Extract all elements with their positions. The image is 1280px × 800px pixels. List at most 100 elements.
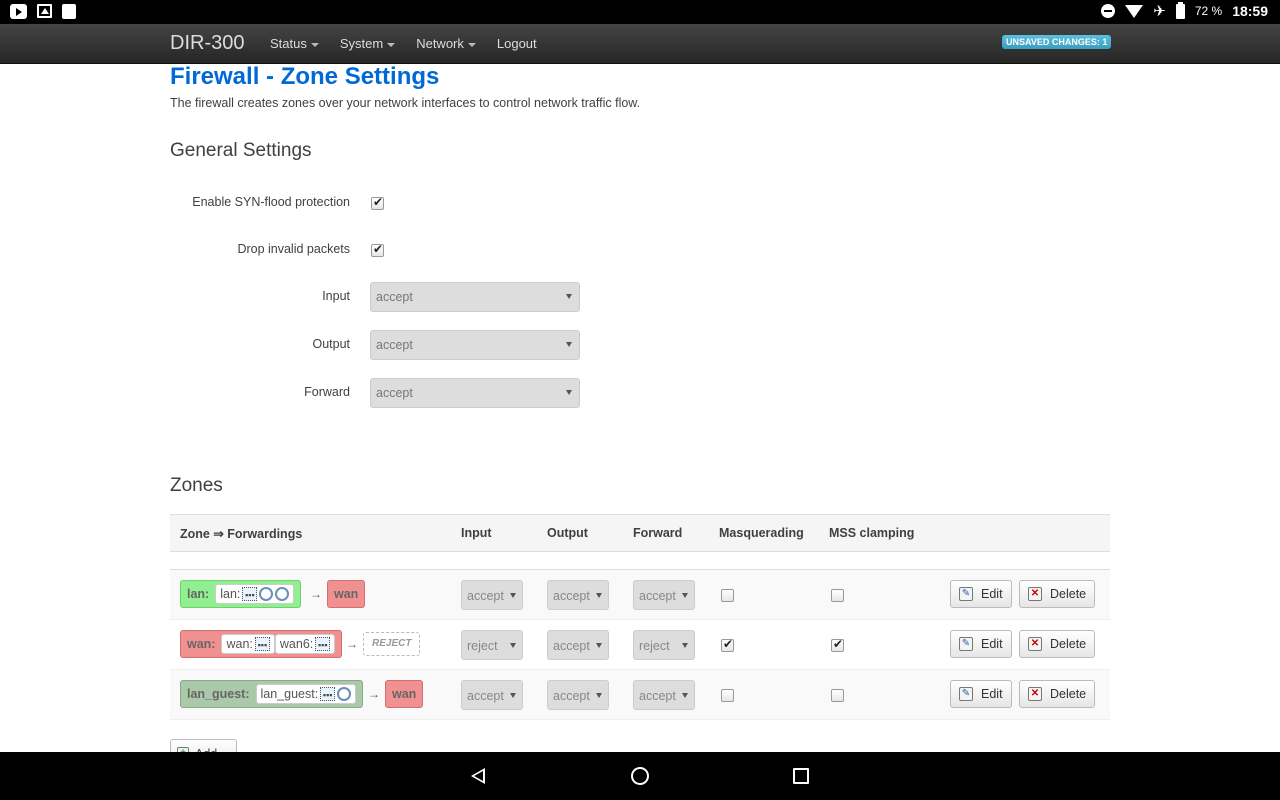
edit-button[interactable]: ✎ Edit [950,630,1012,658]
page-description: The firewall creates zones over your net… [170,96,641,110]
airplane-icon: ✈ [1153,2,1166,20]
dropdown-arrow-icon [682,693,688,698]
table-spacer [170,552,1110,570]
forward-target-reject: REJECT [363,632,421,656]
delete-label: Delete [1050,687,1087,701]
zone-badge-lan[interactable]: lan: lan: ▪▪▪ [180,580,302,608]
syn-flood-checkbox[interactable] [371,195,384,210]
forward-arrow: → [346,637,358,651]
interface-box: lan_guest: ▪▪▪ [255,684,357,704]
dropdown-arrow-icon [566,342,572,347]
delete-button[interactable]: ✕ Delete [1019,680,1096,708]
delete-button[interactable]: ✕ Delete [1019,630,1096,658]
zone-output-select[interactable]: accept [547,580,609,610]
youtube-icon [10,4,27,19]
nav-system[interactable]: System [339,36,396,51]
forward-target-wan[interactable]: wan [327,580,366,608]
zone-output-select[interactable]: accept [547,630,609,660]
mss-clamping-checkbox[interactable] [831,589,844,602]
zone-forward-select[interactable]: accept [633,580,695,610]
interface-box: lan: ▪▪▪ [215,584,295,604]
edit-button[interactable]: ✎ Edit [950,580,1012,608]
zone-output-select[interactable]: accept [547,680,609,710]
dropdown-arrow-icon [566,294,572,299]
brand[interactable]: DIR-300 [170,32,244,55]
general-settings-title: General Settings [170,140,312,161]
edit-icon: ✎ [959,637,973,651]
caret-down-icon [467,42,476,47]
output-policy-select[interactable]: accept [370,330,580,360]
input-policy-select[interactable]: accept [370,282,580,312]
edit-label: Edit [981,587,1003,601]
forward-policy-value: accept [376,386,413,400]
zone-input-value: accept [467,589,504,603]
table-row: wan: wan: ▪▪▪ wan6: ▪▪▪ → REJECT reject … [170,620,1110,670]
interface-box: wan6: ▪▪▪ [274,634,336,654]
masquerading-checkbox[interactable] [721,637,734,652]
wifi-icon [259,587,274,601]
zone-forward-select[interactable]: accept [633,680,695,710]
unsaved-changes-badge[interactable]: UNSAVED CHANGES: 1 [1002,35,1112,49]
interface-label: wan: [226,637,253,651]
drop-invalid-checkbox[interactable] [371,242,384,257]
zones-title: Zones [170,475,223,496]
col-masquerading: Masquerading [719,526,804,540]
back-icon[interactable] [471,768,485,784]
zone-badge-lan-guest[interactable]: lan_guest: lan_guest: ▪▪▪ [180,680,364,708]
nav-network[interactable]: Network [416,36,476,51]
wifi-icon [1125,4,1144,18]
edit-icon: ✎ [959,587,973,601]
output-policy-label: Output [312,337,350,351]
zone-output-value: accept [553,689,590,703]
delete-icon: ✕ [1028,687,1042,701]
page-title: Firewall - Zone Settings [170,63,440,90]
delete-button[interactable]: ✕ Delete [1019,580,1096,608]
mss-clamping-checkbox[interactable] [831,637,844,652]
masquerading-checkbox[interactable] [721,689,734,702]
edit-button[interactable]: ✎ Edit [950,680,1012,708]
dropdown-arrow-icon [510,693,516,698]
col-forward: Forward [633,526,683,540]
home-icon[interactable] [631,767,649,785]
delete-icon: ✕ [1028,637,1042,651]
interface-group: wan: ▪▪▪ wan6: ▪▪▪ [221,634,336,654]
zone-forward-value: reject [639,639,670,653]
top-navbar: DIR-300 Status System Network Logout UNS… [0,24,1280,64]
interface-label: lan: [220,587,241,601]
battery-icon [1175,1,1185,19]
forward-arrow: → [368,687,380,701]
dropdown-arrow-icon [510,593,516,598]
recent-apps-icon[interactable] [793,768,809,784]
notification-square-icon [62,4,76,19]
caret-down-icon [310,42,319,47]
delete-icon: ✕ [1028,587,1042,601]
input-policy-label: Input [322,289,350,303]
delete-label: Delete [1050,637,1087,651]
zone-input-select[interactable]: accept [461,680,523,710]
nav-status[interactable]: Status [270,36,319,51]
table-row: lan: lan: ▪▪▪ → wan accept accept accept… [170,570,1110,620]
zone-name: lan_guest: [187,687,250,701]
edit-label: Edit [981,687,1003,701]
nav-logout[interactable]: Logout [497,36,537,51]
zone-forward-select[interactable]: reject [633,630,695,660]
forward-policy-select[interactable]: accept [370,378,580,408]
dropdown-arrow-icon [596,593,602,598]
masquerading-checkbox[interactable] [721,589,734,602]
clock: 18:59 [1232,3,1268,19]
nav-system-label: System [339,36,384,51]
wifi-icon [275,587,290,601]
zones-table-header: Zone ⇒ Forwardings Input Output Forward … [170,514,1110,552]
edit-label: Edit [981,637,1003,651]
mss-clamping-checkbox[interactable] [831,689,844,702]
nav-menu: Status System Network Logout [270,36,537,51]
zone-input-value: accept [467,689,504,703]
zone-badge-wan[interactable]: wan: wan: ▪▪▪ wan6: ▪▪▪ [180,630,343,658]
zone-input-select[interactable]: reject [461,630,523,660]
do-not-disturb-icon [1101,4,1116,18]
ethernet-icon: ▪▪▪ [254,637,270,651]
forward-target-wan[interactable]: wan [385,680,424,708]
image-icon [37,4,52,18]
zone-input-select[interactable]: accept [461,580,523,610]
zone-input-value: reject [467,639,498,653]
